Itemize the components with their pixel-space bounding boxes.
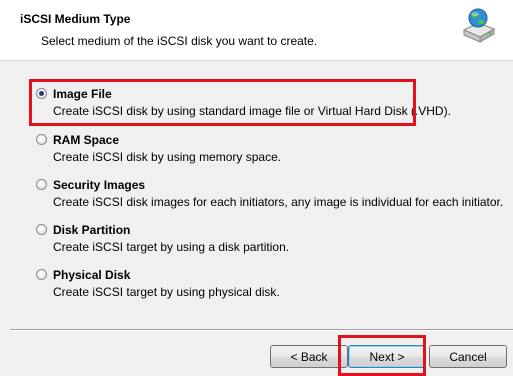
- page-title: iSCSI Medium Type: [20, 12, 131, 26]
- radio-physical-disk[interactable]: [36, 269, 47, 280]
- option-description: Create iSCSI target by using a disk part…: [53, 240, 290, 254]
- option-label: RAM Space: [53, 133, 120, 147]
- option-description: Create iSCSI disk by using memory space.: [53, 150, 282, 164]
- cancel-button[interactable]: Cancel: [429, 345, 507, 368]
- option-label: Security Images: [53, 178, 146, 192]
- wizard-header: iSCSI Medium Type Select medium of the i…: [0, 0, 513, 61]
- page-subtitle: Select medium of the iSCSI disk you want…: [41, 34, 318, 48]
- option-description: Create iSCSI target by using physical di…: [53, 285, 280, 299]
- divider: [10, 329, 513, 331]
- radio-security-images[interactable]: [36, 179, 47, 190]
- option-label: Disk Partition: [53, 223, 131, 237]
- highlight-box-image-file: [29, 79, 416, 126]
- option-label: Physical Disk: [53, 268, 131, 282]
- radio-disk-partition[interactable]: [36, 224, 47, 235]
- option-description: Create iSCSI disk images for each initia…: [53, 195, 504, 209]
- network-disk-icon: [462, 8, 496, 43]
- highlight-box-next: [338, 335, 426, 376]
- radio-ram-space[interactable]: [36, 134, 47, 145]
- back-button[interactable]: < Back: [270, 345, 348, 368]
